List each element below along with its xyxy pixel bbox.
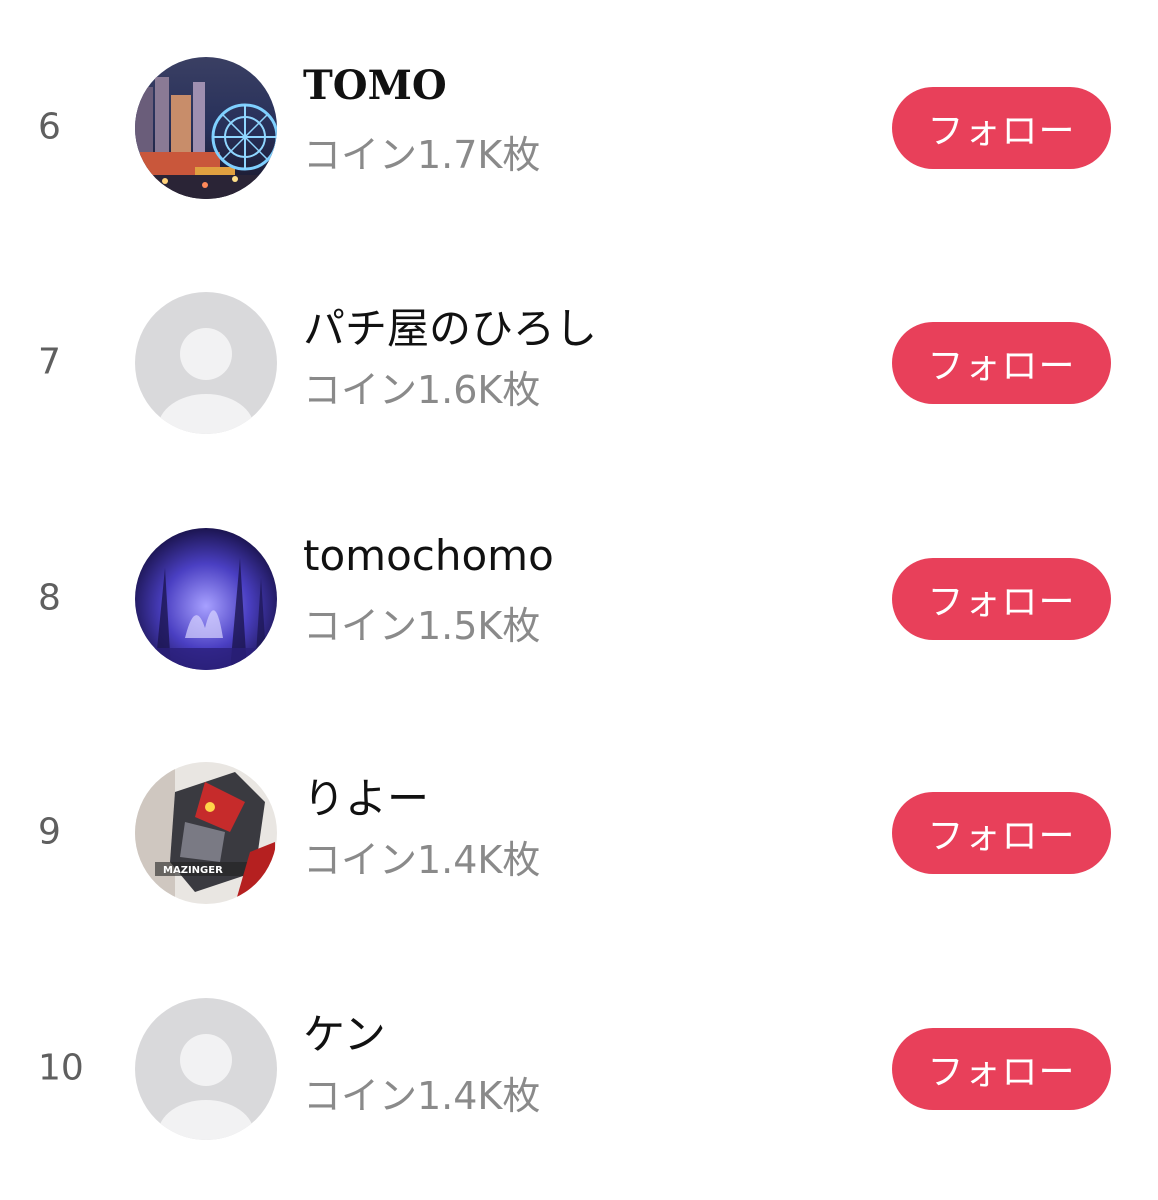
coin-count: コイン1.4K枚	[303, 838, 541, 882]
user-name[interactable]: パチ屋のひろし	[303, 295, 597, 356]
avatar[interactable]	[135, 57, 277, 199]
user-name[interactable]: tomochomo	[303, 531, 554, 580]
rank-number: 10	[38, 1047, 84, 1089]
avatar[interactable]: MAZINGER	[135, 762, 277, 904]
ranking-row[interactable]: 10 ケン コイン1.4K枚 フォロー	[0, 993, 1158, 1143]
follow-button[interactable]: フォロー	[892, 322, 1111, 404]
rank-number: 8	[38, 577, 61, 619]
default-avatar-icon	[135, 998, 277, 1140]
night-city-photo-icon	[135, 57, 277, 199]
blue-trees-photo-icon	[135, 528, 277, 670]
user-name[interactable]: ケン	[303, 1001, 386, 1062]
user-name[interactable]: TOMO	[303, 62, 447, 109]
user-name[interactable]: りよー	[303, 765, 429, 826]
ranking-row[interactable]: 9 MAZINGER りよー コイン1.4K枚 フォロー	[0, 757, 1158, 907]
avatar[interactable]	[135, 528, 277, 670]
ranking-row[interactable]: 8 tomochomo コイン1.5K枚 フォロー	[0, 523, 1158, 673]
default-avatar[interactable]	[135, 292, 277, 434]
rank-number: 6	[38, 106, 61, 148]
ranking-row[interactable]: 7 パチ屋のひろし コイン1.6K枚 フォロー	[0, 287, 1158, 437]
follow-button[interactable]: フォロー	[892, 1028, 1111, 1110]
rank-number: 9	[38, 811, 61, 853]
robot-poster-icon: MAZINGER	[135, 762, 277, 904]
ranking-row[interactable]: 6 TOMO コイン1.7K枚 フォロー	[0, 52, 1158, 202]
rank-number: 7	[38, 341, 61, 383]
coin-count: コイン1.7K枚	[303, 133, 541, 177]
coin-count: コイン1.6K枚	[303, 368, 541, 412]
follow-button[interactable]: フォロー	[892, 87, 1111, 169]
coin-count: コイン1.5K枚	[303, 604, 541, 648]
follow-button[interactable]: フォロー	[892, 558, 1111, 640]
follow-button[interactable]: フォロー	[892, 792, 1111, 874]
coin-count: コイン1.4K枚	[303, 1074, 541, 1118]
default-avatar-icon	[135, 292, 277, 434]
svg-text:MAZINGER: MAZINGER	[163, 865, 223, 876]
default-avatar[interactable]	[135, 998, 277, 1140]
